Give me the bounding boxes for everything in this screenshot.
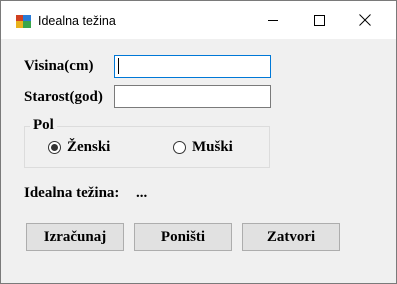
result-value: ...	[136, 185, 148, 201]
minimize-icon	[268, 20, 278, 21]
text-caret	[118, 58, 119, 74]
reset-button[interactable]: Poništi	[134, 223, 232, 251]
close-button[interactable]	[342, 1, 388, 39]
app-window: Idealna težina Visina(cm) Starost(god) P…	[0, 0, 397, 284]
close-form-button[interactable]: Zatvori	[242, 223, 340, 251]
title-bar[interactable]: Idealna težina	[1, 1, 396, 39]
radio-female-label[interactable]: Ženski	[67, 139, 110, 156]
window-title: Idealna težina	[38, 14, 116, 28]
minimize-button[interactable]	[250, 1, 296, 39]
age-input[interactable]	[114, 85, 271, 108]
age-label: Starost(god)	[24, 89, 103, 105]
result-label: Idealna težina:	[24, 185, 120, 201]
radio-male-indicator[interactable]	[173, 141, 186, 154]
calculate-button[interactable]: Izračunaj	[26, 223, 124, 251]
radio-female-indicator[interactable]	[48, 141, 61, 154]
close-icon	[359, 14, 371, 26]
maximize-button[interactable]	[296, 1, 342, 39]
maximize-icon	[313, 14, 325, 26]
height-input[interactable]	[114, 55, 271, 78]
radio-male-label[interactable]: Muški	[192, 139, 233, 156]
height-label: Visina(cm)	[24, 58, 94, 74]
app-icon	[16, 15, 31, 28]
radio-selected-dot	[51, 144, 58, 151]
gender-group-label: Pol	[30, 117, 57, 134]
